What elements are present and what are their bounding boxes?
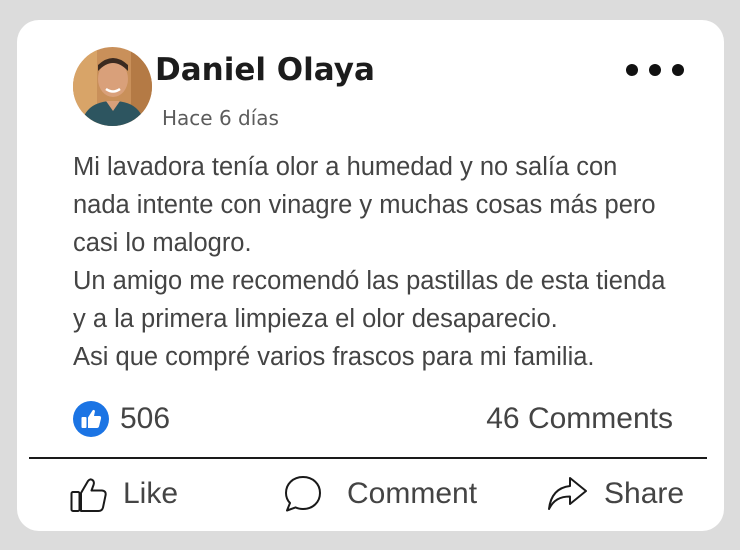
post-body-line: nada intente con vinagre y muchas cosas …: [73, 191, 656, 219]
post-body-line: casi lo malogro.: [73, 229, 252, 257]
post-body: Mi lavadora tenía olor a humedad y no sa…: [73, 148, 723, 376]
comment-button[interactable]: Comment: [283, 472, 477, 516]
post-body-line: Un amigo me recomendó las pastillas de e…: [73, 267, 666, 295]
like-count[interactable]: 506: [120, 401, 170, 437]
avatar[interactable]: [73, 47, 152, 126]
post-timestamp[interactable]: Hace 6 días: [162, 106, 279, 130]
like-button-label: Like: [123, 477, 179, 510]
actions-divider: [29, 457, 707, 459]
post-body-line: Mi lavadora tenía olor a humedad y no sa…: [73, 153, 618, 181]
thumbs-up-badge-icon: [73, 401, 109, 437]
share-button[interactable]: Share: [546, 472, 684, 516]
comments-count[interactable]: 46 Comments: [486, 401, 673, 437]
like-button[interactable]: Like: [69, 472, 178, 516]
like-badge[interactable]: [73, 401, 109, 437]
avatar-photo: [73, 47, 152, 126]
author-name[interactable]: Daniel Olaya: [155, 52, 375, 88]
speech-bubble-icon: [283, 474, 323, 514]
comment-button-label: Comment: [347, 477, 478, 510]
more-options-icon: [626, 64, 684, 76]
share-arrow-icon: [546, 474, 588, 514]
thumbs-up-icon: [69, 474, 109, 514]
post-card: Daniel Olaya Hace 6 días Mi lavadora ten…: [17, 20, 724, 531]
share-button-label: Share: [604, 477, 685, 510]
more-options-button[interactable]: [619, 57, 689, 83]
post-body-line: Asi que compré varios frascos para mi fa…: [73, 343, 595, 371]
post-body-line: y a la primera limpieza el olor desapare…: [73, 305, 558, 333]
